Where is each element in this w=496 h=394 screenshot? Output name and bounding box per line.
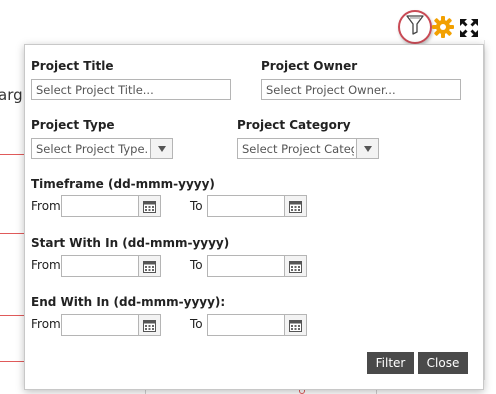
- filter-panel: Project Title Select Project Title... Pr…: [24, 44, 484, 390]
- expand-button[interactable]: [459, 18, 479, 38]
- calendar-icon[interactable]: [284, 196, 306, 216]
- filter-button[interactable]: Filter: [367, 352, 414, 374]
- project-owner-label: Project Owner: [261, 59, 358, 73]
- chevron-down-icon: [356, 139, 378, 158]
- calendar-icon[interactable]: [284, 256, 306, 276]
- project-title-input[interactable]: Select Project Title...: [31, 79, 231, 100]
- project-type-value: Select Project Type...: [36, 142, 148, 156]
- filter-toggle-button[interactable]: [398, 10, 432, 44]
- calendar-icon[interactable]: [138, 196, 160, 216]
- start-to-date-input[interactable]: [207, 255, 307, 277]
- expand-icon: [459, 19, 479, 42]
- end-to-label: To: [190, 317, 203, 331]
- calendar-icon[interactable]: [138, 256, 160, 276]
- background-divider: [484, 40, 485, 380]
- project-owner-input[interactable]: Select Project Owner...: [261, 79, 461, 100]
- timeframe-from-label: From: [31, 199, 61, 213]
- start-from-date-input[interactable]: [61, 255, 161, 277]
- end-from-date-input[interactable]: [61, 314, 161, 336]
- close-button[interactable]: Close: [418, 352, 468, 374]
- project-type-select[interactable]: Select Project Type...: [31, 138, 173, 159]
- project-category-select[interactable]: Select Project Catego: [237, 138, 379, 159]
- end-to-date-input[interactable]: [207, 314, 307, 336]
- end-from-label: From: [31, 317, 61, 331]
- start-with-in-label: Start With In (dd-mmm-yyyy): [31, 236, 230, 250]
- filter-funnel-icon: [406, 15, 424, 39]
- timeframe-to-date-input[interactable]: [207, 195, 307, 217]
- project-type-label: Project Type: [31, 118, 115, 132]
- timeframe-label: Timeframe (dd-mmm-yyyy): [31, 177, 215, 191]
- timeframe-to-label: To: [190, 199, 203, 213]
- start-to-label: To: [190, 258, 203, 272]
- timeframe-from-date-input[interactable]: [61, 195, 161, 217]
- settings-button[interactable]: [431, 15, 455, 39]
- end-with-in-label: End With In (dd-mmm-yyyy):: [31, 295, 226, 309]
- calendar-icon[interactable]: [284, 315, 306, 335]
- project-title-label: Project Title: [31, 59, 114, 73]
- background-text-fragment: arg: [0, 86, 23, 104]
- gear-icon: [431, 16, 455, 43]
- project-category-value: Select Project Catego: [242, 142, 354, 156]
- start-from-label: From: [31, 258, 61, 272]
- project-category-label: Project Category: [237, 118, 351, 132]
- chevron-down-icon: [150, 139, 172, 158]
- calendar-icon[interactable]: [138, 315, 160, 335]
